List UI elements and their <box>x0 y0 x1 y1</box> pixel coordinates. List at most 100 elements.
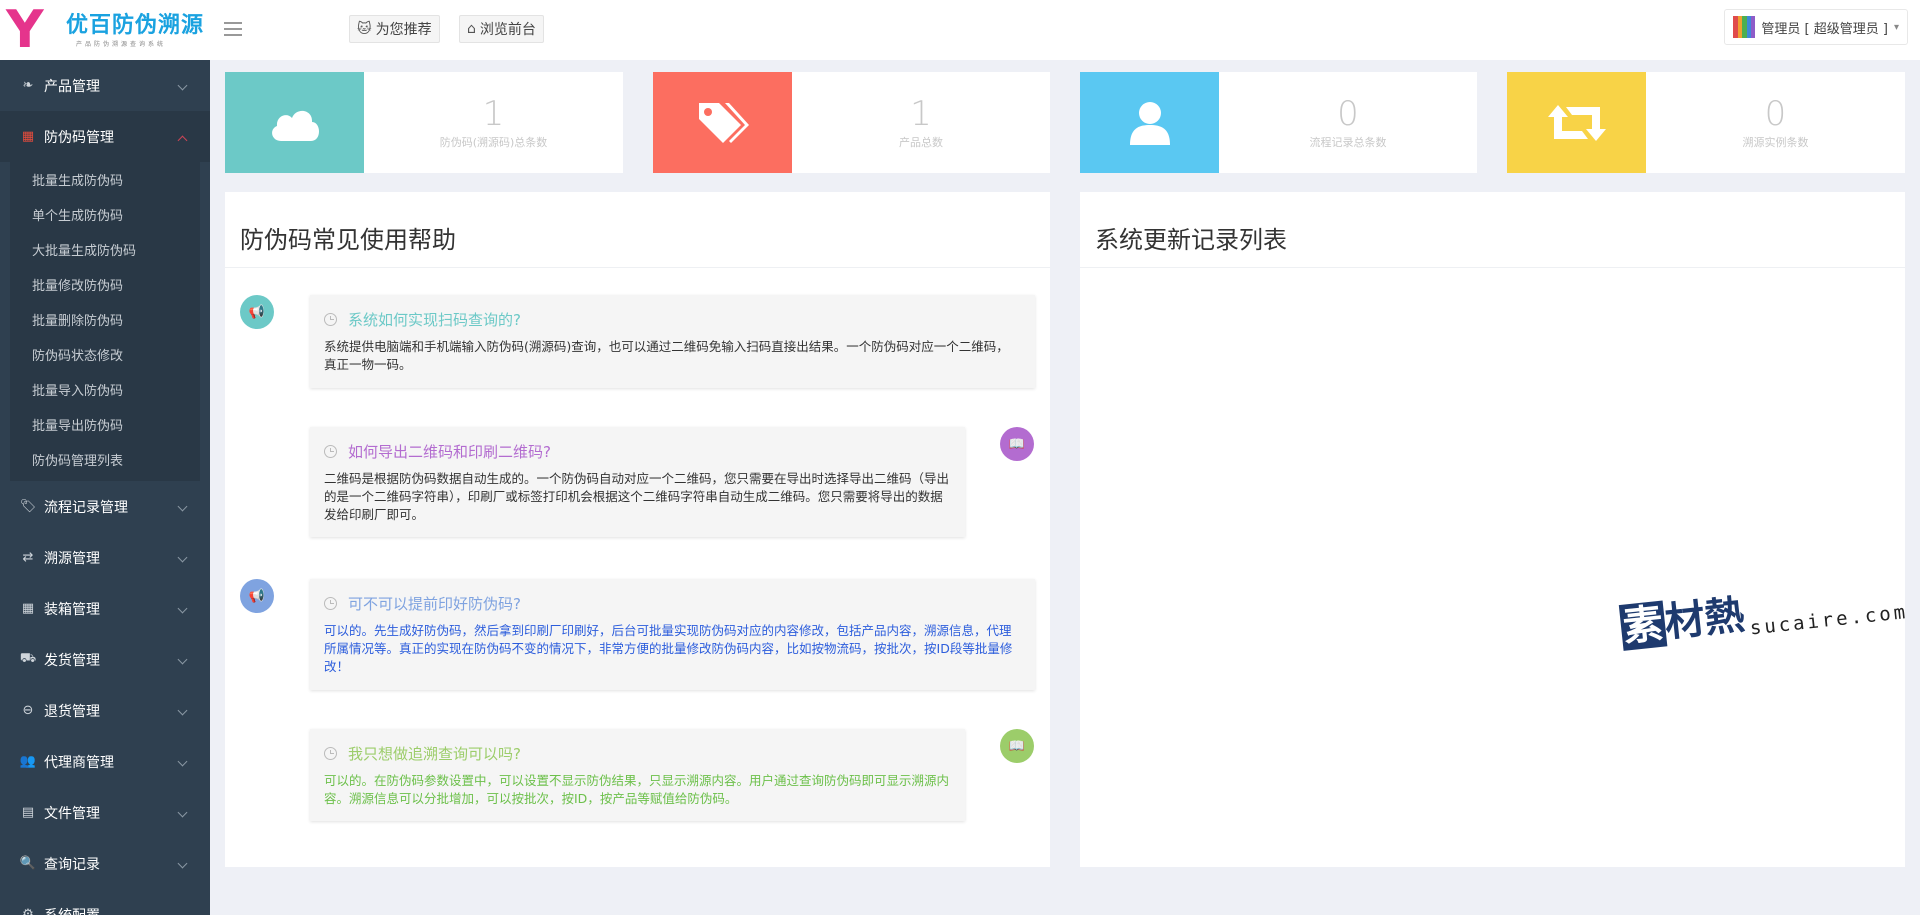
retweet-icon <box>1547 104 1606 141</box>
sidebar-item-query[interactable]: 🔍 查询记录 <box>0 838 210 889</box>
stat-label: 溯源实例条数 <box>1742 135 1809 149</box>
sidebar-item-label: 装箱管理 <box>44 601 100 618</box>
submenu-item[interactable]: 防伪码状态修改 <box>0 337 200 372</box>
sidebar-item-label: 流程记录管理 <box>44 499 128 516</box>
grid-icon: ▦ <box>21 601 35 616</box>
submenu-item[interactable]: 批量生成防伪码 <box>0 162 200 197</box>
chevron-down-icon <box>177 705 188 716</box>
sidebar-item-label: 文件管理 <box>44 805 100 822</box>
clock-icon <box>324 597 337 610</box>
sidebar-item-shipping[interactable]: ⛟ 发货管理 <box>0 634 210 685</box>
chevron-down-icon <box>177 80 188 91</box>
avatar <box>1733 16 1756 38</box>
search-plus-icon: 🔍 <box>19 856 37 871</box>
leaf-icon: ❧ <box>22 78 34 93</box>
clock-icon <box>324 445 337 458</box>
sidebar-item-process[interactable]: 🏷 流程记录管理 <box>0 481 210 532</box>
logo[interactable]: Y 优百防伪溯源 产品防伪溯源查询系统 <box>0 0 210 60</box>
submenu-item[interactable]: 批量导入防伪码 <box>0 372 200 407</box>
stat-card-codes: 1 防伪码(溯源码)总条数 <box>225 72 623 173</box>
truck-icon: ⛟ <box>19 651 37 666</box>
sidebar-item-packing[interactable]: ▦ 装箱管理 <box>0 583 210 634</box>
chevron-down-icon <box>177 552 188 563</box>
submenu-code: 批量生成防伪码 单个生成防伪码 大批量生成防伪码 批量修改防伪码 批量删除防伪码… <box>10 162 200 481</box>
chevron-down-icon <box>177 603 188 614</box>
stat-value: 0 <box>1764 93 1787 134</box>
stat-value: 1 <box>482 93 505 134</box>
file-icon: ▤ <box>21 805 35 820</box>
submenu-item[interactable]: 批量修改防伪码 <box>0 267 200 302</box>
home-icon: ⌂ <box>467 21 476 37</box>
stat-card-products: 1 产品总数 <box>653 72 1050 173</box>
watermark-zh-rest: 材熱 <box>1662 592 1747 647</box>
timeline-entry: 如何导出二维码和印刷二维码? 二维码是根据防伪码数据自动生成的。一个防伪码自动对… <box>310 427 965 537</box>
submenu-item[interactable]: 批量删除防伪码 <box>0 302 200 337</box>
browse-frontend-button[interactable]: ⌂ 浏览前台 <box>459 15 544 43</box>
top-header: Y 优百防伪溯源 产品防伪溯源查询系统 🐱 为您推荐 ⌂ 浏览前台 管理员 [ … <box>0 0 1920 60</box>
submenu-item[interactable]: 单个生成防伪码 <box>0 197 200 232</box>
retweet-icon: ⇄ <box>22 550 34 565</box>
sidebar-item-label: 退货管理 <box>44 703 100 720</box>
sidebar-item-label: 代理商管理 <box>44 754 114 771</box>
logo-mark: Y <box>6 0 44 60</box>
sidebar-item-return[interactable]: ⊖ 退货管理 <box>0 685 210 736</box>
timeline-question: 我只想做追溯查询可以吗? <box>348 745 521 763</box>
timeline-entry: 我只想做追溯查询可以吗? 可以的。在防伪码参数设置中，可以设置不显示防伪结果，只… <box>310 729 965 821</box>
timeline-entry: 系统如何实现扫码查询的? 系统提供电脑端和手机端输入防伪码(溯源码)查询，也可以… <box>310 295 1035 388</box>
tags-icon <box>698 102 749 143</box>
user-label: 管理员 [ 超级管理员 ] <box>1761 21 1888 37</box>
stat-card-process: 0 流程记录总条数 <box>1080 72 1477 173</box>
update-panel: 系统更新记录列表 <box>1080 192 1905 867</box>
qrcode-icon: ▦ <box>21 129 35 144</box>
submenu-item[interactable]: 防伪码管理列表 <box>0 442 200 477</box>
sidebar-item-label: 查询记录 <box>44 856 100 873</box>
stat-icon-box <box>1507 72 1646 173</box>
stat-label: 流程记录总条数 <box>1309 135 1387 149</box>
sidebar-item-agent[interactable]: 👥 代理商管理 <box>0 736 210 787</box>
clock-icon <box>324 747 337 760</box>
clock-icon <box>324 313 337 326</box>
sidebar-item-label: 系统配置 <box>44 905 100 915</box>
stat-icon-box <box>653 72 792 173</box>
stat-label: 产品总数 <box>899 135 943 149</box>
sidebar-item-label: 产品管理 <box>44 78 100 95</box>
recommend-button[interactable]: 🐱 为您推荐 <box>349 15 440 43</box>
timeline-answer: 可以的。在防伪码参数设置中，可以设置不显示防伪结果，只显示溯源内容。用户通过查询… <box>324 773 950 806</box>
submenu-item[interactable]: 大批量生成防伪码 <box>0 232 200 267</box>
browse-label: 浏览前台 <box>479 22 536 38</box>
sidebar-item-file[interactable]: ▤ 文件管理 <box>0 787 210 838</box>
help-panel: 防伪码常见使用帮助 📢 系统如何实现扫码查询的? 系统提供电脑端和手机端输入防伪… <box>225 192 1050 867</box>
submenu-item[interactable]: 批量导出防伪码 <box>0 407 200 442</box>
stat-card-trace: 0 溯源实例条数 <box>1507 72 1905 173</box>
book-icon: 📖 <box>1000 729 1034 763</box>
logo-title: 优百防伪溯源 <box>66 12 205 38</box>
timeline-answer: 系统提供电脑端和手机端输入防伪码(溯源码)查询，也可以通过二维码免输入扫码直接出… <box>324 339 1009 372</box>
logo-subtitle: 产品防伪溯源查询系统 <box>76 40 167 48</box>
sidebar: ❧ 产品管理 ▦ 防伪码管理 批量生成防伪码 单个生成防伪码 大批量生成防伪码 … <box>0 60 210 915</box>
sidebar-item-trace[interactable]: ⇄ 溯源管理 <box>0 532 210 583</box>
update-panel-title: 系统更新记录列表 <box>1080 192 1905 268</box>
caret-down-icon: ▾ <box>1893 21 1899 33</box>
timeline-question: 如何导出二维码和印刷二维码? <box>348 443 551 461</box>
chevron-up-icon <box>177 135 188 146</box>
help-panel-title: 防伪码常见使用帮助 <box>225 192 1050 268</box>
sidebar-item-product[interactable]: ❧ 产品管理 <box>0 60 210 111</box>
chevron-down-icon <box>177 501 188 512</box>
bullhorn-icon: 📢 <box>240 579 274 613</box>
stat-value: 1 <box>910 93 932 134</box>
watermark-zh-first: 素 <box>1618 600 1668 651</box>
gear-icon: ⚙ <box>22 907 34 915</box>
cloud-icon <box>271 110 319 141</box>
user-icon <box>1129 101 1170 145</box>
sidebar-item-config[interactable]: ⚙ 系统配置 <box>0 889 210 915</box>
user-menu[interactable]: 管理员 [ 超级管理员 ] ▾ <box>1724 9 1908 45</box>
book-icon: 📖 <box>1000 427 1034 461</box>
stat-icon-box <box>1080 72 1219 173</box>
timeline-entry: 可不可以提前印好防伪码? 可以的。先生成好防伪码，然后拿到印刷厂印刷好，后台可批… <box>310 579 1035 690</box>
menu-toggle-icon[interactable] <box>222 18 244 40</box>
chevron-down-icon <box>177 756 188 767</box>
github-icon: 🐱 <box>357 21 372 37</box>
sidebar-item-code[interactable]: ▦ 防伪码管理 <box>0 111 210 162</box>
chevron-down-icon <box>177 654 188 665</box>
tags-icon: 🏷 <box>19 499 37 514</box>
